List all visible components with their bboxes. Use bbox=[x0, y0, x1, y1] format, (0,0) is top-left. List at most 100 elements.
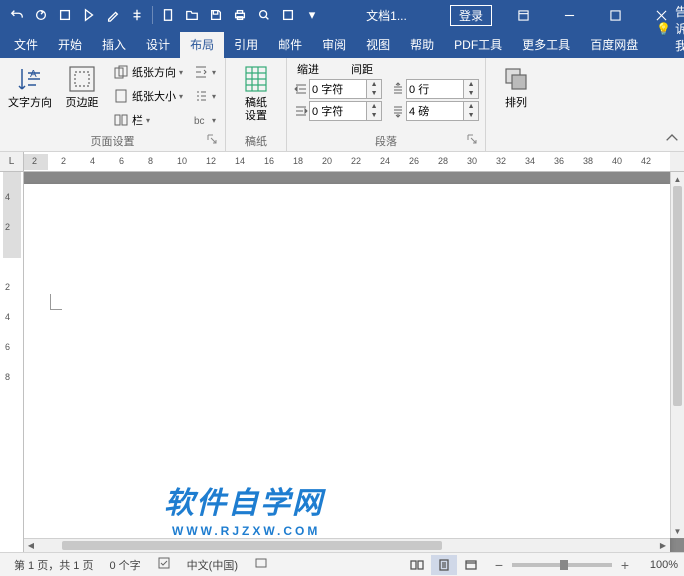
proofing-icon[interactable] bbox=[149, 556, 179, 573]
hyphenation-button[interactable]: bc▾ bbox=[190, 109, 219, 131]
new-icon[interactable] bbox=[157, 4, 179, 26]
indent-label: 缩进 bbox=[293, 61, 321, 77]
zoom-slider[interactable] bbox=[512, 563, 612, 567]
minimize-icon[interactable] bbox=[546, 0, 592, 30]
tab-file[interactable]: 文件 bbox=[4, 32, 48, 58]
print-icon[interactable] bbox=[229, 4, 251, 26]
horizontal-scrollbar[interactable]: ◀ ▶ bbox=[24, 538, 670, 552]
line-numbers-button[interactable]: ▾ bbox=[190, 85, 219, 107]
manuscript-button[interactable]: 稿纸 设置 bbox=[232, 61, 280, 125]
arrange-button[interactable]: 排列 bbox=[492, 61, 540, 112]
size-button[interactable]: 纸张大小▾ bbox=[110, 85, 186, 107]
spacing-label: 间距 bbox=[351, 61, 375, 77]
vertical-scrollbar[interactable]: ▲ ▼ bbox=[670, 172, 684, 538]
language-status[interactable]: 中文(中国) bbox=[179, 557, 246, 573]
columns-icon bbox=[113, 112, 129, 128]
qat-customize-icon[interactable]: ▾ bbox=[301, 4, 323, 26]
vertical-ruler[interactable]: 422468 bbox=[0, 172, 24, 552]
ribbon-tabs: 文件 开始 插入 设计 布局 引用 邮件 审阅 视图 帮助 PDF工具 更多工具… bbox=[0, 30, 684, 58]
print-layout-button[interactable] bbox=[431, 555, 457, 575]
tab-more[interactable]: 更多工具 bbox=[512, 32, 580, 58]
paragraph-group-label: 段落 bbox=[293, 131, 479, 149]
spin-down[interactable]: ▼ bbox=[367, 89, 381, 98]
accessibility-icon[interactable] bbox=[246, 556, 276, 573]
word-count[interactable]: 0 个字 bbox=[101, 557, 148, 573]
scroll-corner-top bbox=[670, 152, 684, 172]
qat-icon-3[interactable] bbox=[54, 4, 76, 26]
qat-icon-5[interactable] bbox=[102, 4, 124, 26]
zoom-in-button[interactable]: + bbox=[618, 557, 632, 573]
spin-up[interactable]: ▲ bbox=[367, 102, 381, 111]
save-icon[interactable] bbox=[205, 4, 227, 26]
breaks-button[interactable]: ▾ bbox=[190, 61, 219, 83]
read-mode-button[interactable] bbox=[404, 555, 430, 575]
web-layout-button[interactable] bbox=[458, 555, 484, 575]
scroll-up-icon[interactable]: ▲ bbox=[671, 172, 684, 186]
login-button[interactable]: 登录 bbox=[450, 5, 492, 26]
tab-layout[interactable]: 布局 bbox=[180, 32, 224, 58]
tell-me[interactable]: 💡 告诉我 bbox=[648, 0, 684, 58]
arrange-label: 排列 bbox=[505, 97, 527, 110]
maximize-icon[interactable] bbox=[592, 0, 638, 30]
qat-icon-12[interactable] bbox=[277, 4, 299, 26]
redo-icon[interactable] bbox=[30, 4, 52, 26]
vscroll-thumb[interactable] bbox=[673, 186, 682, 406]
margins-label: 页边距 bbox=[66, 97, 99, 110]
horizontal-ruler[interactable]: 2246810121416182022242628303234363840424… bbox=[24, 152, 670, 172]
spin-up[interactable]: ▲ bbox=[367, 80, 381, 89]
spacing-after-value[interactable]: 4 磅 bbox=[406, 101, 464, 121]
svg-text:A: A bbox=[30, 69, 37, 80]
scroll-left-icon[interactable]: ◀ bbox=[24, 539, 38, 552]
tab-home[interactable]: 开始 bbox=[48, 32, 92, 58]
ribbon-options-icon[interactable] bbox=[500, 0, 546, 30]
tab-help[interactable]: 帮助 bbox=[400, 32, 444, 58]
hscroll-thumb[interactable] bbox=[62, 541, 442, 550]
lightbulb-icon: 💡 bbox=[656, 22, 671, 36]
tab-baidu[interactable]: 百度网盘 bbox=[580, 32, 648, 58]
columns-button[interactable]: 栏▾ bbox=[110, 109, 186, 131]
group-paragraph: 缩进 间距 0 字符 ▲▼ 0 行 ▲▼ 0 字符 bbox=[287, 58, 486, 151]
tab-design[interactable]: 设计 bbox=[136, 32, 180, 58]
tab-references[interactable]: 引用 bbox=[224, 32, 268, 58]
orientation-button[interactable]: 纸张方向▾ bbox=[110, 61, 186, 83]
scroll-down-icon[interactable]: ▼ bbox=[671, 524, 684, 538]
spacing-before-spinner[interactable]: 0 行 ▲▼ bbox=[390, 79, 479, 99]
orientation-label: 纸张方向 bbox=[132, 64, 176, 80]
zoom-out-button[interactable]: − bbox=[492, 557, 506, 573]
zoom-thumb[interactable] bbox=[560, 560, 568, 570]
spacing-before-value[interactable]: 0 行 bbox=[406, 79, 464, 99]
spin-up[interactable]: ▲ bbox=[464, 102, 478, 111]
spin-down[interactable]: ▼ bbox=[464, 89, 478, 98]
paragraph-launcher[interactable] bbox=[465, 134, 479, 148]
qat-icon-4[interactable] bbox=[78, 4, 100, 26]
margins-button[interactable]: 页边距 bbox=[58, 61, 106, 112]
page-setup-launcher[interactable] bbox=[205, 134, 219, 148]
indent-right-spinner[interactable]: 0 字符 ▲▼ bbox=[293, 101, 382, 121]
margins-icon bbox=[66, 63, 98, 95]
collapse-ribbon-icon[interactable] bbox=[664, 131, 680, 147]
tab-pdf[interactable]: PDF工具 bbox=[444, 32, 512, 58]
undo-icon[interactable] bbox=[6, 4, 28, 26]
preview-icon[interactable] bbox=[253, 4, 275, 26]
spin-down[interactable]: ▼ bbox=[464, 111, 478, 120]
qat-icon-6[interactable] bbox=[126, 4, 148, 26]
spacing-after-spinner[interactable]: 4 磅 ▲▼ bbox=[390, 101, 479, 121]
tab-view[interactable]: 视图 bbox=[356, 32, 400, 58]
tab-review[interactable]: 审阅 bbox=[312, 32, 356, 58]
spin-up[interactable]: ▲ bbox=[464, 80, 478, 89]
page[interactable]: 软件自学网 WWW.RJZXW.COM bbox=[24, 184, 670, 552]
indent-left-spinner[interactable]: 0 字符 ▲▼ bbox=[293, 79, 382, 99]
text-direction-button[interactable]: A 文字方向 bbox=[6, 61, 54, 112]
ribbon: A 文字方向 页边距 纸张方向▾ 纸张大小▾ 栏▾ bbox=[0, 58, 684, 152]
spin-down[interactable]: ▼ bbox=[367, 111, 381, 120]
tab-mailings[interactable]: 邮件 bbox=[268, 32, 312, 58]
open-icon[interactable] bbox=[181, 4, 203, 26]
scroll-right-icon[interactable]: ▶ bbox=[656, 539, 670, 552]
tab-insert[interactable]: 插入 bbox=[92, 32, 136, 58]
indent-right-value[interactable]: 0 字符 bbox=[309, 101, 367, 121]
indent-left-value[interactable]: 0 字符 bbox=[309, 79, 367, 99]
ruler-corner[interactable]: L bbox=[0, 152, 24, 172]
page-status[interactable]: 第 1 页，共 1 页 bbox=[6, 557, 101, 573]
document-canvas[interactable]: 软件自学网 WWW.RJZXW.COM ▲ ▼ bbox=[24, 172, 684, 552]
zoom-percent[interactable]: 100% bbox=[638, 559, 678, 571]
